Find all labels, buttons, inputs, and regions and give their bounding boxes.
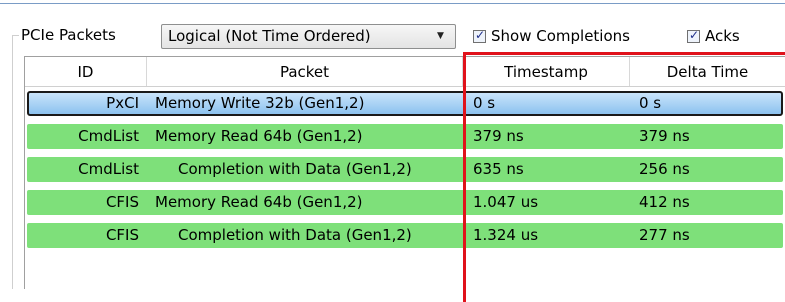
view-mode-value: Logical (Not Time Ordered) bbox=[168, 27, 371, 45]
cell-packet: Completion with Data (Gen1,2) bbox=[178, 160, 412, 178]
acks-label: Acks bbox=[705, 27, 740, 45]
checkbox-checked-icon[interactable]: ✓ bbox=[473, 28, 486, 43]
pcie-packets-label: PCIe Packets bbox=[21, 26, 116, 44]
group-frame-left bbox=[12, 35, 13, 289]
window-top-edge bbox=[0, 3, 785, 4]
checkbox-checked-icon[interactable]: ✓ bbox=[687, 28, 700, 43]
cell-id: CFIS bbox=[105, 226, 139, 244]
view-mode-dropdown[interactable]: Logical (Not Time Ordered) ▼ bbox=[161, 24, 456, 49]
show-completions-checkbox[interactable]: ✓ Show Completions bbox=[473, 27, 630, 47]
cell-id: CmdList bbox=[78, 160, 139, 178]
cell-id: PxCI bbox=[106, 94, 139, 112]
cell-packet: Completion with Data (Gen1,2) bbox=[178, 226, 412, 244]
cell-id: CFIS bbox=[105, 193, 139, 211]
group-frame-top bbox=[12, 35, 19, 36]
column-header-packet[interactable]: Packet bbox=[147, 57, 463, 87]
show-completions-label: Show Completions bbox=[491, 27, 630, 45]
cell-packet: Memory Write 32b (Gen1,2) bbox=[155, 94, 365, 112]
column-header-id[interactable]: ID bbox=[25, 57, 147, 87]
highlight-box bbox=[463, 52, 785, 302]
cell-packet: Memory Read 64b (Gen1,2) bbox=[155, 127, 363, 145]
cell-id: CmdList bbox=[78, 127, 139, 145]
chevron-down-icon[interactable]: ▼ bbox=[437, 25, 444, 48]
acks-checkbox[interactable]: ✓ Acks bbox=[687, 27, 740, 47]
cell-packet: Memory Read 64b (Gen1,2) bbox=[155, 193, 363, 211]
